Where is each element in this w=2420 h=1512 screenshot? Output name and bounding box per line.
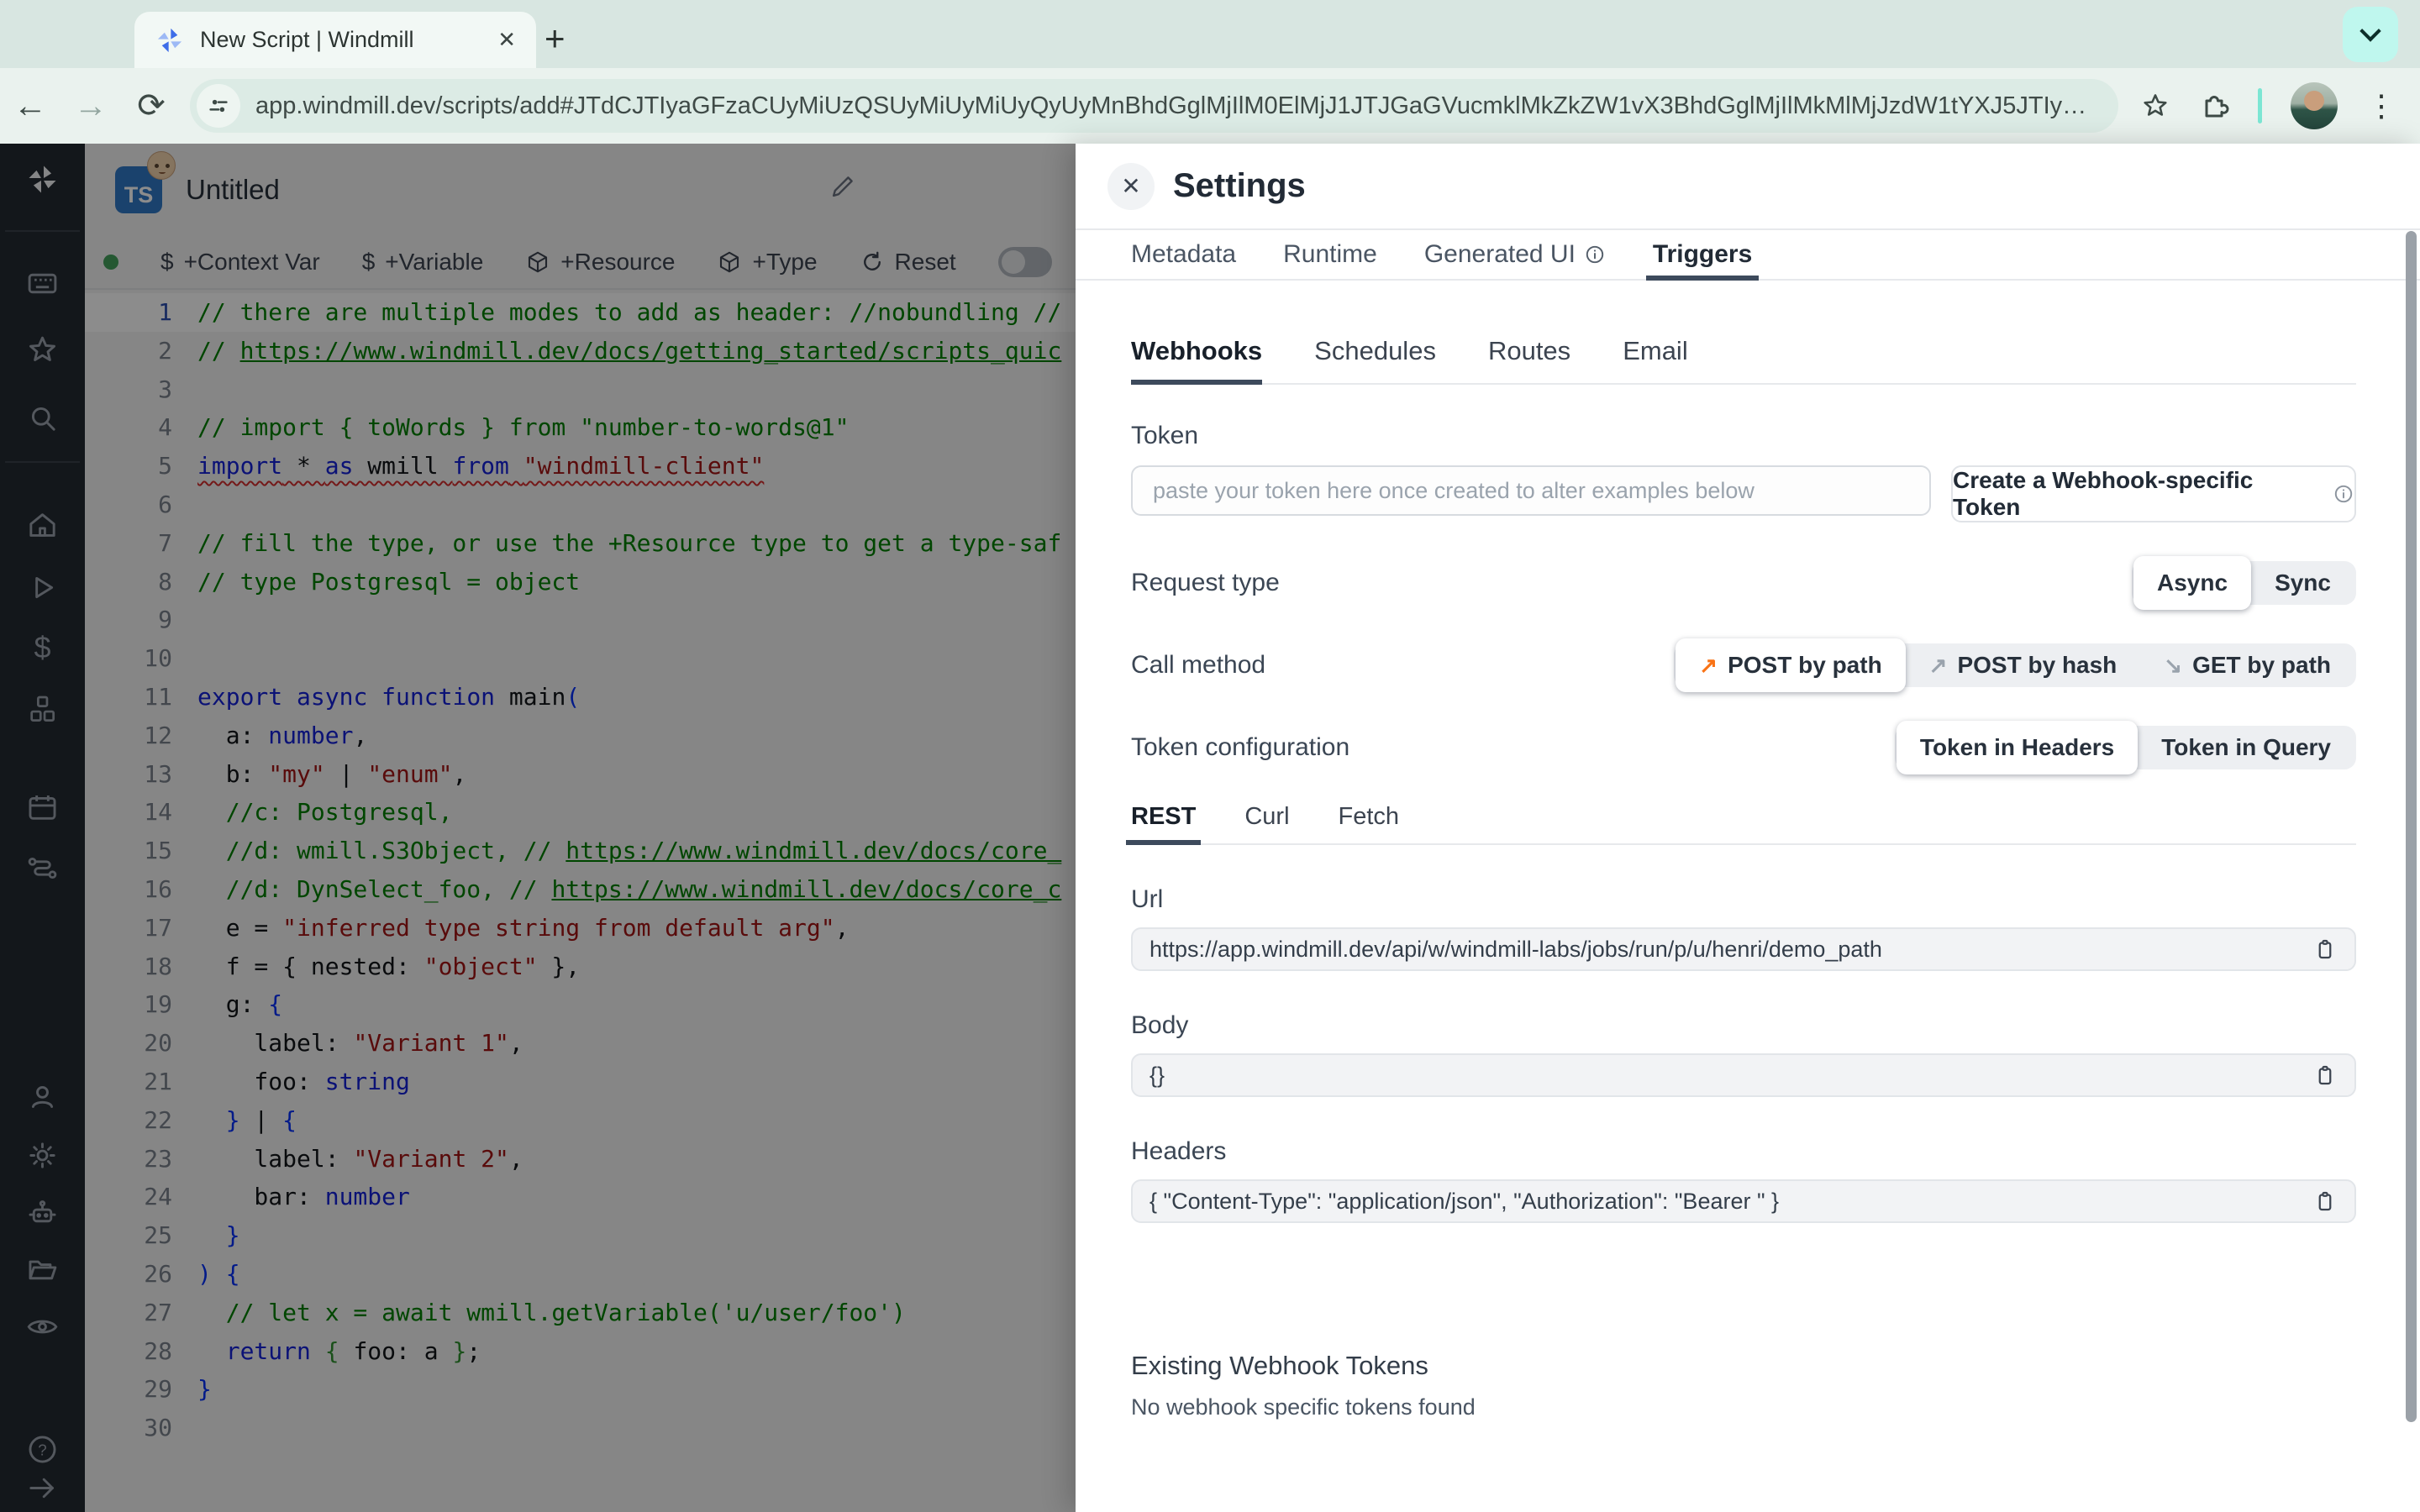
option-token-in-headers[interactable]: Token in Headers bbox=[1896, 721, 2139, 774]
option-post-by-path[interactable]: ↗ POST by path bbox=[1676, 638, 1906, 692]
subtab-routes[interactable]: Routes bbox=[1488, 336, 1570, 383]
arrow-up-right-icon: ↗ bbox=[1928, 652, 1948, 678]
call-method-label: Call method bbox=[1131, 651, 1266, 679]
drawer-title: Settings bbox=[1173, 167, 1306, 204]
bookmark-star-icon[interactable] bbox=[2140, 91, 2170, 121]
arrow-up-right-icon: ↗ bbox=[1699, 652, 1718, 678]
tab-close-icon[interactable]: ✕ bbox=[497, 27, 516, 53]
new-tab-button[interactable]: + bbox=[544, 18, 566, 59]
headers-field[interactable]: { "Content-Type": "application/json", "A… bbox=[1131, 1179, 2356, 1223]
copy-icon[interactable] bbox=[2312, 937, 2338, 962]
forward-button[interactable]: → bbox=[60, 87, 121, 125]
browser-tab[interactable]: New Script | Windmill ✕ bbox=[134, 12, 536, 68]
copy-icon[interactable] bbox=[2312, 1189, 2338, 1214]
browser-menu-icon[interactable]: ⋮ bbox=[2366, 88, 2396, 123]
browser-toolbar: ← → ⟳ app.windmill.dev/scripts/add#JTdCJ… bbox=[0, 68, 2420, 144]
request-type-label: Request type bbox=[1131, 569, 1280, 596]
tab-metadata[interactable]: Metadata bbox=[1131, 230, 1236, 279]
screen: New Script | Windmill ✕ + ← → ⟳ app.wind… bbox=[0, 0, 2420, 1512]
url-bar[interactable]: app.windmill.dev/scripts/add#JTdCJTIyaGF… bbox=[190, 79, 2118, 133]
tab-title: New Script | Windmill bbox=[200, 27, 414, 52]
trigger-subtabs: Webhooks Schedules Routes Email bbox=[1131, 336, 2356, 385]
triggers-panel: Webhooks Schedules Routes Email Token Cr… bbox=[1076, 336, 2420, 1512]
site-settings-icon[interactable] bbox=[197, 84, 240, 128]
body-label: Body bbox=[1131, 1011, 1189, 1039]
option-sync[interactable]: Sync bbox=[2251, 561, 2354, 605]
token-configuration-label: Token configuration bbox=[1131, 733, 1350, 761]
tab-triggers[interactable]: Triggers bbox=[1645, 230, 1760, 281]
subtab-email[interactable]: Email bbox=[1623, 336, 1688, 383]
drawer-header: ✕ Settings bbox=[1076, 144, 2420, 228]
create-webhook-token-button[interactable]: Create a Webhook-specific Token bbox=[1951, 465, 2356, 522]
copy-icon[interactable] bbox=[2312, 1063, 2338, 1088]
back-button[interactable]: ← bbox=[0, 87, 60, 125]
drawer-scrollbar[interactable] bbox=[2406, 231, 2417, 1422]
reload-button[interactable]: ⟳ bbox=[121, 87, 182, 125]
browser-tab-strip: New Script | Windmill ✕ + bbox=[0, 0, 2420, 68]
request-type-toggle: Async Sync bbox=[2132, 556, 2356, 610]
call-method-toggle: ↗ POST by path ↗ POST by hash ↘ GET by path bbox=[1674, 638, 2356, 692]
tab-curl[interactable]: Curl bbox=[1244, 803, 1289, 843]
close-icon[interactable]: ✕ bbox=[1107, 162, 1155, 210]
token-config-toggle: Token in Headers Token in Query bbox=[1894, 721, 2356, 774]
token-label: Token bbox=[1131, 422, 1199, 449]
info-icon bbox=[2333, 483, 2354, 505]
info-icon bbox=[1584, 244, 1606, 265]
profile-separator bbox=[2258, 88, 2262, 123]
token-input[interactable] bbox=[1131, 465, 1931, 516]
url-label: Url bbox=[1131, 885, 1164, 913]
extensions-icon[interactable] bbox=[2199, 91, 2229, 121]
subtab-schedules[interactable]: Schedules bbox=[1314, 336, 1436, 383]
chevron-down-icon bbox=[2360, 20, 2381, 42]
url-text: app.windmill.dev/scripts/add#JTdCJTIyaGF… bbox=[255, 92, 2087, 119]
tab-runtime[interactable]: Runtime bbox=[1283, 230, 1377, 279]
tab-search-button[interactable] bbox=[2343, 7, 2398, 62]
subtab-webhooks[interactable]: Webhooks bbox=[1131, 336, 1263, 385]
option-async[interactable]: Async bbox=[2133, 556, 2252, 610]
profile-avatar[interactable] bbox=[2291, 82, 2338, 129]
existing-tokens-empty: No webhook specific tokens found bbox=[1131, 1394, 1476, 1420]
option-token-in-query[interactable]: Token in Query bbox=[2138, 726, 2354, 769]
toolbar-right: ⋮ bbox=[2140, 82, 2420, 129]
example-tabs: REST Curl Fetch bbox=[1125, 803, 2356, 845]
tab-fetch[interactable]: Fetch bbox=[1339, 803, 1400, 843]
option-get-by-path[interactable]: ↘ GET by path bbox=[2140, 643, 2354, 687]
option-post-by-hash[interactable]: ↗ POST by hash bbox=[1906, 643, 2141, 687]
tab-generated-ui[interactable]: Generated UI bbox=[1424, 230, 1606, 279]
existing-tokens-title: Existing Webhook Tokens bbox=[1131, 1351, 1428, 1380]
headers-label: Headers bbox=[1131, 1137, 1227, 1165]
tab-rest[interactable]: REST bbox=[1125, 803, 1202, 845]
arrow-down-right-icon: ↘ bbox=[2164, 652, 2183, 678]
settings-drawer: ✕ Settings Metadata Runtime Generated UI… bbox=[1076, 144, 2420, 1512]
body-field[interactable]: {} bbox=[1131, 1053, 2356, 1097]
settings-tabs: Metadata Runtime Generated UI Triggers bbox=[1076, 228, 2420, 281]
windmill-favicon bbox=[157, 28, 182, 52]
url-field[interactable]: https://app.windmill.dev/api/w/windmill-… bbox=[1131, 927, 2356, 971]
